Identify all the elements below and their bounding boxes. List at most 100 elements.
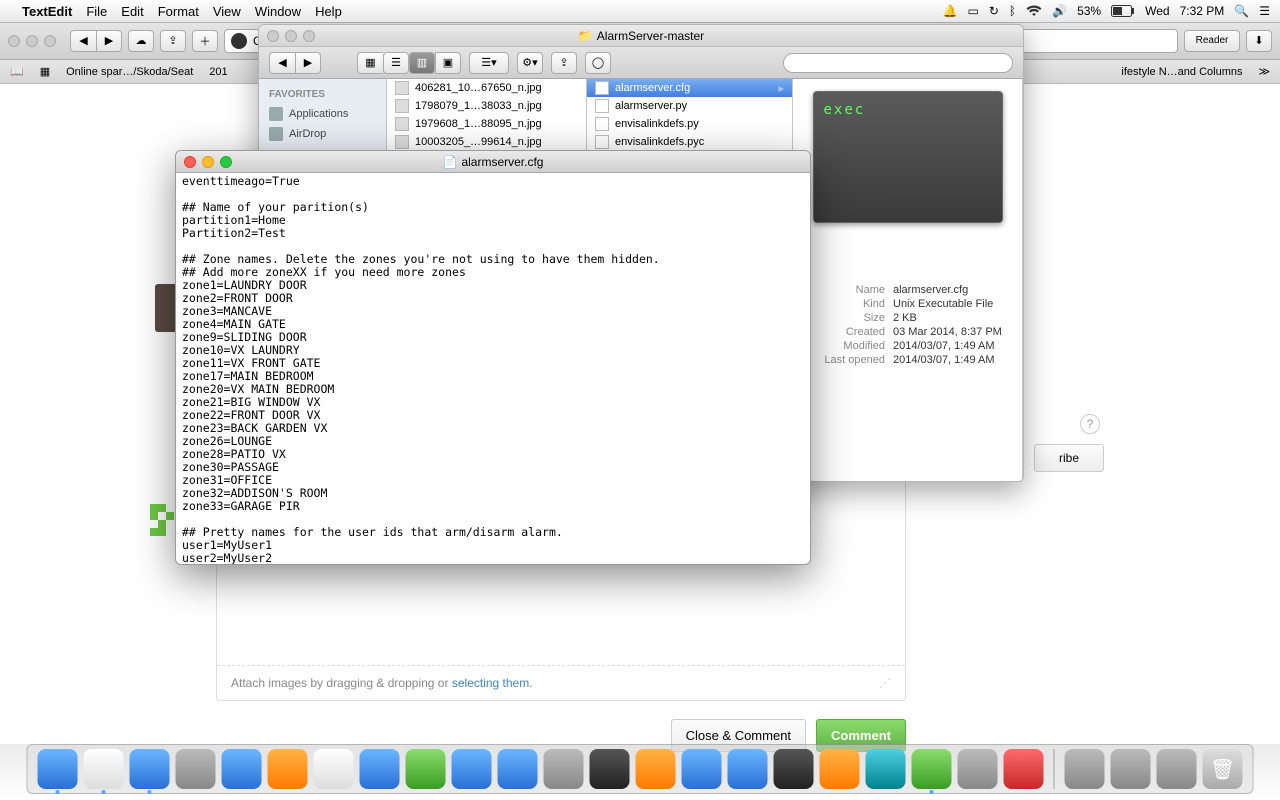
dock-messages[interactable]	[360, 749, 400, 789]
view-list-button[interactable]: ☰	[383, 52, 409, 74]
textedit-window: 📄 alarmserver.cfg eventtimeago=True ## N…	[175, 150, 811, 565]
dock-teamspeak[interactable]	[728, 749, 768, 789]
file-icon	[595, 81, 609, 95]
dock-trash[interactable]: 🗑	[1203, 749, 1243, 789]
view-columns-button[interactable]: ▥	[409, 52, 435, 74]
dock-folder1[interactable]	[1065, 749, 1105, 789]
dock-chrome[interactable]	[84, 749, 124, 789]
dock-contacts[interactable]	[268, 749, 308, 789]
share-finder-button[interactable]: ⇪	[551, 52, 577, 74]
safari-minimize-icon[interactable]	[26, 35, 38, 47]
menu-window[interactable]: Window	[255, 4, 301, 19]
add-button[interactable]: ＋	[192, 30, 218, 52]
view-icons-button[interactable]: ▦	[357, 52, 383, 74]
file-row[interactable]: envisalinkdefs.pyc	[587, 133, 792, 151]
dock-facetime[interactable]	[406, 749, 446, 789]
textedit-close-icon[interactable]	[184, 156, 196, 168]
dock-itunes[interactable]	[452, 749, 492, 789]
finder-search-input[interactable]	[783, 53, 1013, 73]
dock-folder3[interactable]	[1157, 749, 1197, 789]
notification-center-icon[interactable]: 🔔	[943, 4, 958, 18]
timemachine-icon[interactable]: ↻	[989, 4, 999, 18]
resize-handle-icon[interactable]: ⋰	[879, 676, 891, 690]
spotlight-icon[interactable]: 🔍	[1234, 4, 1249, 18]
menu-help[interactable]: Help	[315, 4, 342, 19]
bookmark-item[interactable]: ifestyle N…and Columns	[1121, 66, 1242, 78]
file-icon	[595, 99, 609, 113]
file-row[interactable]: 10003205_…99614_n.jpg	[387, 133, 586, 151]
finder-back-button[interactable]: ◀	[269, 52, 295, 74]
clock-day[interactable]: Wed	[1145, 4, 1169, 18]
bookmark-item[interactable]: Online spar…/Skoda/Seat	[66, 66, 193, 78]
dock-safari[interactable]	[130, 749, 170, 789]
dock-app4[interactable]	[866, 749, 906, 789]
finder-titlebar[interactable]: 📁 AlarmServer-master	[259, 25, 1023, 47]
menu-file[interactable]: File	[86, 4, 107, 19]
help-icon[interactable]: ?	[1080, 414, 1100, 434]
dock-calendar[interactable]	[314, 749, 354, 789]
file-row[interactable]: 406281_10…67650_n.jpg	[387, 79, 586, 97]
bookmarks-icon[interactable]: 📖	[10, 65, 24, 78]
bookmarks-overflow-icon[interactable]: ≫	[1258, 65, 1270, 78]
share-button[interactable]: ⇪	[160, 30, 186, 52]
icloud-button[interactable]: ☁	[128, 30, 154, 52]
subscribe-button[interactable]: ribe	[1034, 444, 1104, 472]
textedit-titlebar[interactable]: 📄 alarmserver.cfg	[176, 151, 810, 173]
bluetooth-icon[interactable]: ᛒ	[1009, 4, 1016, 18]
wifi-icon[interactable]	[1026, 5, 1042, 17]
textedit-content[interactable]: eventtimeago=True ## Name of your pariti…	[176, 173, 810, 564]
file-row[interactable]: envisalinkdefs.py	[587, 115, 792, 133]
safari-zoom-icon[interactable]	[44, 35, 56, 47]
sidebar-airdrop[interactable]: AirDrop	[259, 124, 386, 144]
dock-app1[interactable]	[682, 749, 722, 789]
sidebar-applications[interactable]: Applications	[259, 104, 386, 124]
tags-button[interactable]: ◯	[585, 52, 611, 74]
action-button[interactable]: ⚙▾	[517, 52, 543, 74]
dock-utorrent[interactable]	[912, 749, 952, 789]
file-row-selected[interactable]: alarmserver.cfg▸	[587, 79, 792, 97]
file-row[interactable]: 1979608_1…88095_n.jpg	[387, 115, 586, 133]
battery-icon[interactable]	[1111, 5, 1135, 17]
airplay-icon[interactable]: ▭	[968, 4, 979, 18]
arrange-button[interactable]: ☰▾	[469, 52, 509, 74]
menu-edit[interactable]: Edit	[121, 4, 143, 19]
textedit-zoom-icon[interactable]	[220, 156, 232, 168]
dock-app5[interactable]	[958, 749, 998, 789]
forward-button[interactable]: ▶	[96, 30, 122, 52]
dock-folder2[interactable]	[1111, 749, 1151, 789]
app-menu[interactable]: TextEdit	[22, 4, 72, 19]
dock-launchpad[interactable]	[176, 749, 216, 789]
file-row[interactable]: 1798079_1…38033_n.jpg	[387, 97, 586, 115]
volume-icon[interactable]: 🔊	[1052, 4, 1067, 18]
dock-cydia[interactable]	[590, 749, 630, 789]
menu-format[interactable]: Format	[158, 4, 199, 19]
dock-app3[interactable]	[820, 749, 860, 789]
file-row[interactable]: alarmserver.py	[587, 97, 792, 115]
bookmark-item[interactable]: 201	[209, 66, 227, 78]
dock-finder[interactable]	[38, 749, 78, 789]
dock-plex[interactable]	[636, 749, 676, 789]
clock-time[interactable]: 7:32 PM	[1180, 4, 1225, 18]
finder-minimize-icon[interactable]	[285, 30, 297, 42]
dock-mail[interactable]	[222, 749, 262, 789]
finder-close-icon[interactable]	[267, 30, 279, 42]
topsites-icon[interactable]: ▦	[40, 65, 50, 78]
finder-zoom-icon[interactable]	[303, 30, 315, 42]
image-icon	[395, 117, 409, 131]
selecting-them-link[interactable]: selecting them	[452, 676, 529, 690]
view-coverflow-button[interactable]: ▣	[435, 52, 461, 74]
image-icon	[395, 99, 409, 113]
airdrop-icon	[269, 127, 283, 141]
finder-forward-button[interactable]: ▶	[295, 52, 321, 74]
dock-appstore[interactable]	[498, 749, 538, 789]
dock-app2[interactable]	[774, 749, 814, 789]
dock-adobe[interactable]	[1004, 749, 1044, 789]
safari-close-icon[interactable]	[8, 35, 20, 47]
notifications-icon[interactable]: ☰	[1259, 4, 1270, 18]
textedit-minimize-icon[interactable]	[202, 156, 214, 168]
dock-preferences[interactable]	[544, 749, 584, 789]
back-button[interactable]: ◀	[70, 30, 96, 52]
reader-button[interactable]: Reader	[1184, 30, 1240, 52]
menu-view[interactable]: View	[213, 4, 241, 19]
downloads-button[interactable]: ⬇	[1246, 30, 1272, 52]
